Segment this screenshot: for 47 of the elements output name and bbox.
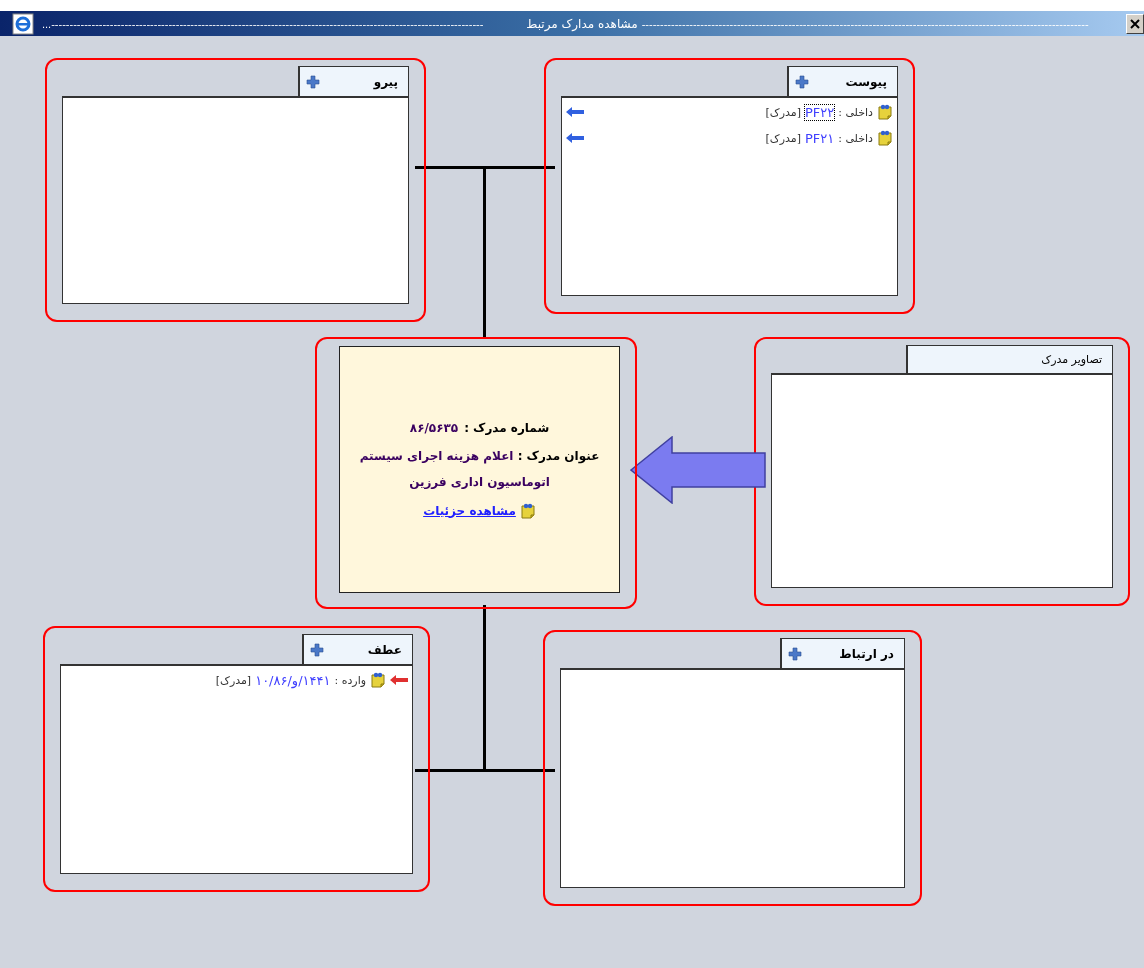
close-icon	[1130, 18, 1140, 29]
tab-title: در ارتباط	[839, 646, 894, 661]
browser-icon	[12, 12, 34, 35]
panel-tab[interactable]: پیرو	[298, 66, 409, 96]
title-dashes: ...----------------------------------------------------------------------------------------------------------------------	[42, 17, 485, 30]
arrow-icon	[390, 675, 408, 685]
note-icon	[877, 130, 893, 146]
plus-icon	[310, 642, 324, 657]
tab-title: عطف	[367, 642, 402, 657]
item-label: داخلی :	[838, 131, 873, 145]
arrow-icon	[566, 107, 584, 117]
title-dashes: --------------------------------------------------------------------------------------------------------------------------	[641, 17, 1090, 30]
item-tag: [مدرک]	[765, 105, 801, 119]
plus-icon	[306, 74, 320, 89]
document-number: ۸۶/۵۶۳۵	[409, 420, 459, 435]
document-link[interactable]: PF۲۲	[804, 104, 835, 120]
arrow-button[interactable]	[566, 133, 584, 143]
note-icon	[370, 672, 386, 688]
window-title: مشاهده مدارک مرتبط	[525, 16, 639, 31]
plus-icon	[788, 646, 802, 661]
close-button[interactable]	[1126, 13, 1144, 34]
panel-tab[interactable]: عطف	[302, 634, 413, 664]
tab-title: تصاویر مدرک	[1041, 353, 1102, 366]
add-button[interactable]	[795, 74, 809, 89]
document-title: عنوان مدرک : اعلام هزینه اجرای سیستم اتوماسیون اداری فرزین	[358, 447, 601, 492]
tab-title: پیوست	[845, 74, 887, 89]
item-label: وارده :	[334, 673, 366, 687]
item-label: داخلی :	[838, 105, 873, 119]
panel-tab[interactable]: تصاویر مدرک	[906, 345, 1113, 373]
item-tag: [مدرک]	[765, 131, 801, 145]
details-link[interactable]: مشاهده جزئیات	[423, 503, 516, 518]
add-button[interactable]	[788, 646, 802, 661]
add-button[interactable]	[310, 642, 324, 657]
item-tag: [مدرک]	[215, 673, 252, 687]
plus-icon	[795, 74, 809, 89]
arrow-button[interactable]	[566, 107, 584, 117]
panel-tab[interactable]: پیوست	[787, 66, 898, 96]
document-link[interactable]: PF۲۱	[804, 130, 835, 146]
tab-title: پیرو	[373, 74, 398, 89]
number-label: شماره مدرک :	[464, 420, 550, 435]
add-button[interactable]	[306, 74, 320, 89]
note-icon	[519, 502, 536, 519]
arrow-icon	[566, 133, 584, 143]
panel-tab[interactable]: در ارتباط	[780, 638, 905, 668]
document-link[interactable]: ۱۴۴۱/و/۱۰/۸۶	[255, 672, 331, 688]
arrow-button[interactable]	[390, 675, 408, 685]
note-icon	[877, 104, 893, 120]
